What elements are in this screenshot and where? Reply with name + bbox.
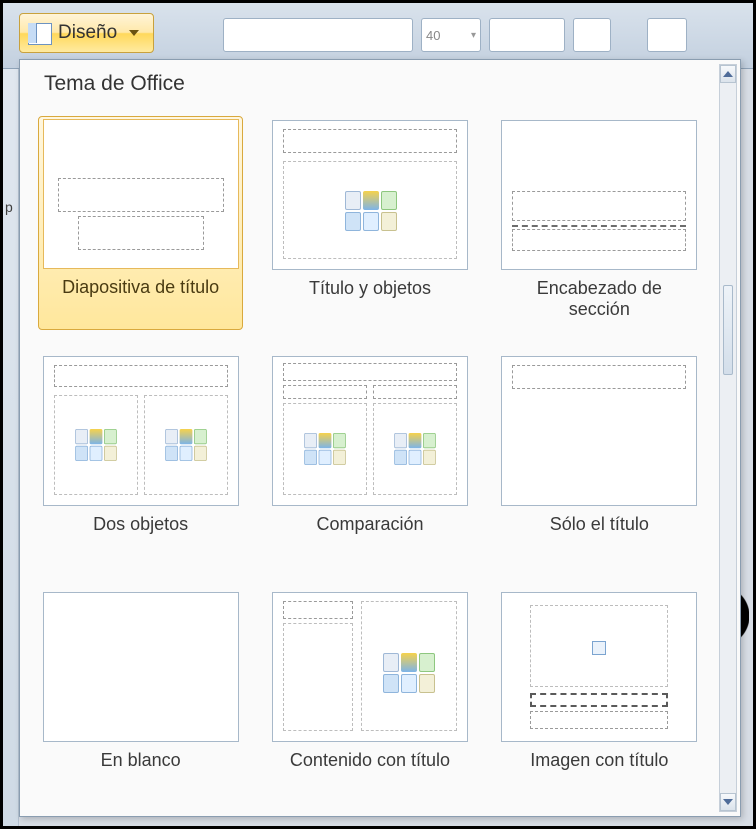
layout-thumbnails-grid: Diapositiva de título Título y objetos xyxy=(24,108,716,810)
ribbon-disabled-controls: 40 ▾ xyxy=(223,11,741,59)
layout-label: Título y objetos xyxy=(303,278,437,326)
thumbnail-preview xyxy=(43,592,239,742)
scrollbar-thumb[interactable] xyxy=(723,285,733,375)
layout-option-picture-with-caption[interactable]: Imagen con título xyxy=(497,588,702,802)
app-frame: 40 ▾ Diseño p Tema de Office xyxy=(0,0,756,829)
thumbnail-preview xyxy=(501,592,697,742)
scroll-up-button[interactable] xyxy=(720,65,736,83)
font-size-value: 40 xyxy=(426,28,440,43)
layout-label: Encabezado de sección xyxy=(501,278,698,326)
grow-shrink-font-group xyxy=(489,18,565,52)
layout-option-title-and-content[interactable]: Título y objetos xyxy=(267,116,472,330)
gallery-scrollbar[interactable] xyxy=(719,64,737,812)
chevron-down-icon xyxy=(129,30,139,36)
layout-label: Imagen con título xyxy=(524,750,674,798)
gallery-scroll-area: Diapositiva de título Título y objetos xyxy=(24,108,716,812)
layout-option-content-with-caption[interactable]: Contenido con título xyxy=(267,588,472,802)
thumbnail-preview xyxy=(43,356,239,506)
layout-label: Sólo el título xyxy=(544,514,655,562)
clear-formatting-button xyxy=(573,18,611,52)
bullets-button xyxy=(647,18,687,52)
left-strip-label: p xyxy=(5,199,13,215)
thumbnail-preview xyxy=(501,120,697,270)
layout-label: En blanco xyxy=(95,750,187,798)
layout-gallery-panel: Tema de Office Diapositiva de título xyxy=(19,59,741,817)
thumbnail-preview xyxy=(272,120,468,270)
layout-label: Dos objetos xyxy=(87,514,194,562)
font-family-combo xyxy=(223,18,413,52)
layout-option-title-only[interactable]: Sólo el título xyxy=(497,352,702,566)
layout-option-blank[interactable]: En blanco xyxy=(38,588,243,802)
layout-option-title-slide[interactable]: Diapositiva de título xyxy=(38,116,243,330)
layout-option-comparison[interactable]: Comparación xyxy=(267,352,472,566)
thumbnail-preview xyxy=(272,356,468,506)
thumbnail-preview xyxy=(43,119,239,269)
thumbnail-preview xyxy=(501,356,697,506)
layout-label: Contenido con título xyxy=(284,750,456,798)
scroll-down-button[interactable] xyxy=(720,793,736,811)
slides-panel-edge: p xyxy=(3,69,19,826)
font-size-combo: 40 ▾ xyxy=(421,18,481,52)
layout-dropdown-button[interactable]: Diseño xyxy=(19,13,154,53)
gallery-section-header: Tema de Office xyxy=(20,60,740,104)
chevron-down-icon xyxy=(723,799,733,805)
thumbnail-preview xyxy=(272,592,468,742)
layout-option-two-content[interactable]: Dos objetos xyxy=(38,352,243,566)
chevron-up-icon xyxy=(723,71,733,77)
layout-label: Comparación xyxy=(310,514,429,562)
layout-option-section-header[interactable]: Encabezado de sección xyxy=(497,116,702,330)
layout-button-label: Diseño xyxy=(58,22,117,44)
layout-label: Diapositiva de título xyxy=(56,277,225,325)
layout-icon xyxy=(28,23,50,43)
